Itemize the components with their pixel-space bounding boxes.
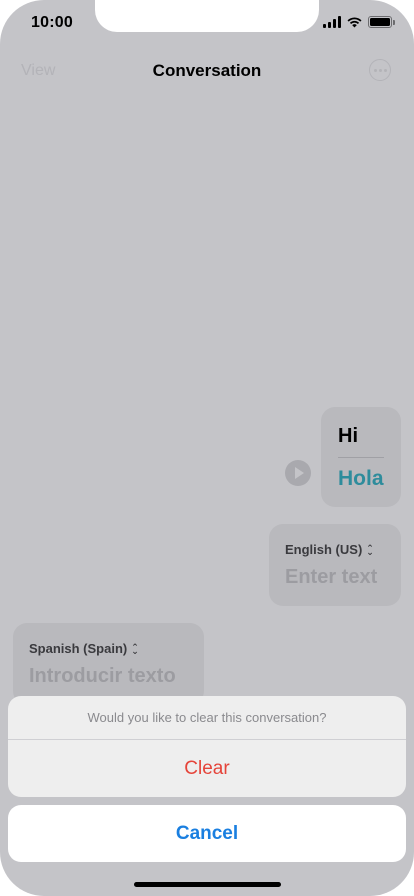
translated-text: Hola [338,467,384,490]
english-input-panel[interactable]: English (US) ⌃ ⌄ Enter text [269,524,401,606]
screen: 10:00 View Conversation Hi Hola English [0,0,414,896]
bubble-divider [338,457,384,458]
wifi-icon [347,17,362,28]
language-selector-english[interactable]: English (US) ⌃ ⌄ [285,542,374,557]
language-label: English (US) [285,542,363,557]
navigation-bar: View Conversation [0,52,414,88]
spanish-input-panel[interactable]: Spanish (Spain) ⌃ ⌄ Introducir texto [13,623,204,705]
spanish-text-field[interactable]: Introducir texto [29,665,176,688]
chevron-up-down-icon: ⌃ ⌄ [131,641,139,656]
page-title: Conversation [152,61,262,80]
home-indicator[interactable] [134,882,281,887]
clear-button[interactable]: Clear [8,740,406,797]
translation-bubble[interactable]: Hi Hola [321,407,401,507]
english-text-field[interactable]: Enter text [285,566,377,589]
action-sheet: Would you like to clear this conversatio… [8,696,406,797]
battery-icon [368,16,395,28]
chevron-up-down-icon: ⌃ ⌄ [366,542,374,557]
play-icon[interactable] [285,460,311,486]
cancel-button[interactable]: Cancel [8,805,406,862]
source-text: Hi [338,425,358,447]
cellular-signal-icon [323,16,341,28]
language-label: Spanish (Spain) [29,641,128,656]
ellipsis-circle-icon[interactable] [369,59,391,81]
status-icons [323,16,395,28]
language-selector-spanish[interactable]: Spanish (Spain) ⌃ ⌄ [29,641,139,656]
status-bar: 10:00 [0,0,414,44]
action-sheet-message: Would you like to clear this conversatio… [87,710,327,725]
notch [95,0,319,32]
status-time: 10:00 [31,14,73,31]
